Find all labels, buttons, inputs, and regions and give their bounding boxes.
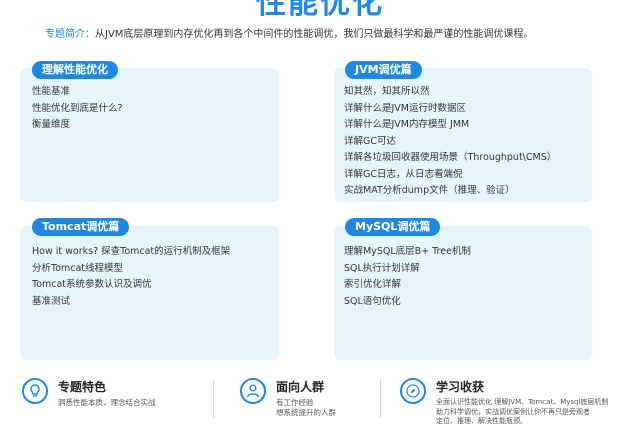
list-item: 性能基准 [32, 86, 71, 97]
list-item: 知其然，知其所以然 [344, 86, 430, 97]
lightbulb-icon [22, 378, 48, 404]
list-item: 理解MySQL底层B+ Tree机制 [344, 246, 471, 257]
divider [213, 380, 214, 418]
feature-desc: 洞悉性能本质，理念结合实战 [58, 398, 156, 407]
list-item: Tomcat系统参数认识及调优 [32, 279, 152, 290]
list-item: How it works? 探查Tomcat的运行机制及框架 [32, 246, 231, 257]
person-icon [240, 378, 266, 404]
feature-title: 专题特色 [58, 380, 107, 394]
learning-outcomes: 学习收获 全面认识性能优化 理解JVM、Tomcat、Mysql底层机制 助力科… [400, 376, 636, 425]
card-items-understand-performance: 性能基准 性能优化到底是什么? 衡量维度 [32, 84, 123, 134]
card-items-mysql-tuning: 理解MySQL底层B+ Tree机制 SQL执行计划详解 索引优化详解 SQL语… [344, 244, 471, 310]
list-item: 性能优化到底是什么? [32, 102, 123, 114]
target-audience: 面向人群 有工作经验 想系统提升的人群 [240, 376, 390, 424]
intro-label: 专题简介： [45, 29, 95, 40]
list-item: 详解什么是JVM内存模型 JMM [344, 119, 470, 130]
feature-desc: 有工作经验 想系统提升的人群 [276, 398, 336, 417]
list-item: 详解各垃圾回收器使用场景（Throughput\CMS） [344, 152, 557, 163]
intro-text: 从JVM底层原理到内存优化再到各个中间件的性能调优，我们只做最科学和最严谨的性能… [95, 29, 534, 40]
list-item: 索引优化详解 [344, 279, 402, 290]
card-title-understand-performance: 理解性能优化 [32, 61, 118, 79]
compass-icon [400, 378, 426, 404]
card-title-tomcat-tuning: Tomcat调优篇 [32, 218, 130, 236]
card-title-mysql-tuning: MySQL调优篇 [345, 218, 441, 236]
list-item: 详解GC可达 [344, 135, 396, 147]
card-title-jvm-tuning: JVM调优篇 [345, 61, 422, 79]
feature-desc: 全面认识性能优化 理解JVM、Tomcat、Mysql底层机制 助力科学调优，实… [436, 398, 609, 425]
list-item: SQL语句优化 [344, 295, 401, 307]
list-item: 实战MAT分析dump文件（推理、验证） [344, 185, 515, 196]
list-item: 详解GC日志，从日志看端倪 [344, 168, 463, 180]
card-items-jvm-tuning: 知其然，知其所以然 详解什么是JVM运行时数据区 详解什么是JVM内存模型 JM… [344, 84, 556, 200]
card-items-tomcat-tuning: How it works? 探查Tomcat的运行机制及框架 分析Tomcat线… [32, 244, 230, 310]
list-item: 分析Tomcat线程模型 [32, 262, 124, 274]
list-item: SQL执行计划详解 [344, 262, 420, 274]
divider [380, 380, 381, 418]
list-item: 衡量维度 [32, 119, 71, 130]
feature-title: 学习收获 [436, 380, 485, 394]
intro: 专题简介：从JVM底层原理到内存优化再到各个中间件的性能调优，我们只做最科学和最… [45, 28, 533, 42]
list-item: 详解什么是JVM运行时数据区 [344, 102, 466, 114]
feature-highlights: 专题特色 洞悉性能本质，理念结合实战 [22, 376, 202, 424]
feature-title: 面向人群 [276, 380, 325, 394]
list-item: 基准测试 [32, 295, 71, 307]
page-title: 性能优化 [256, 0, 384, 21]
